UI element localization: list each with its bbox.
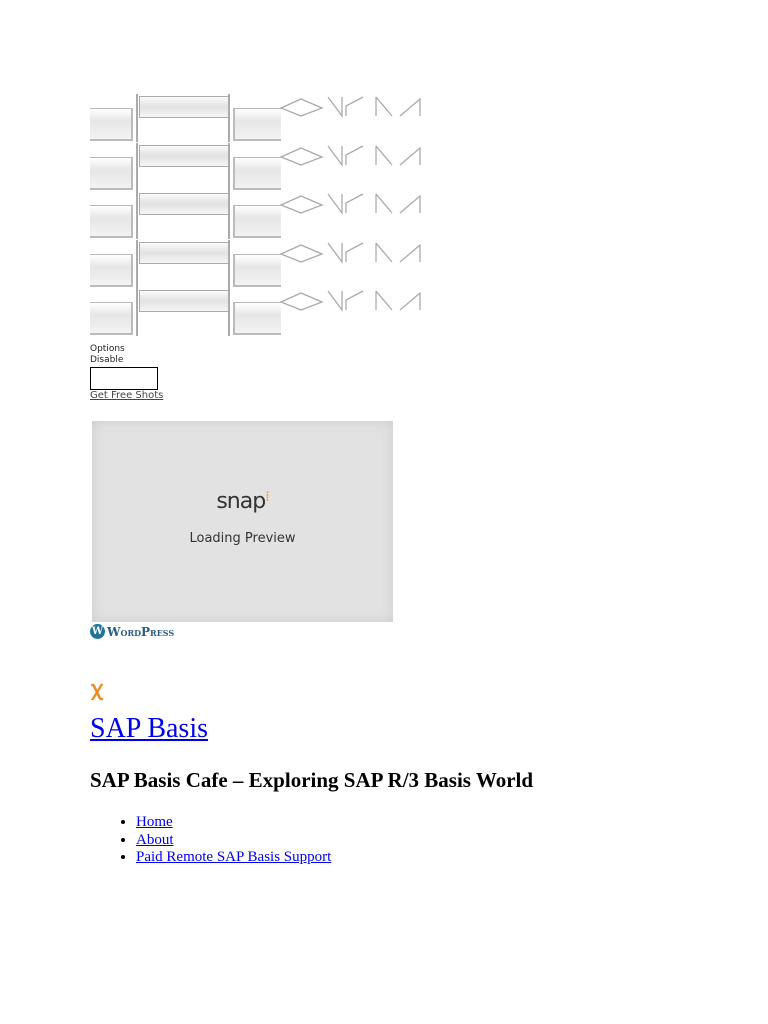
divider — [136, 94, 138, 142]
divider — [228, 94, 230, 142]
sprite-bar — [139, 290, 229, 312]
nav-item-about: About — [136, 832, 331, 850]
loading-preview-text: Loading Preview — [189, 531, 296, 546]
sprite-left-box — [90, 205, 133, 238]
sprite-left-box — [90, 302, 133, 335]
sprite-bar — [139, 241, 229, 264]
nav-item-home: Home — [136, 814, 331, 832]
sprite-left-box — [90, 108, 133, 141]
divider — [136, 288, 138, 336]
divider — [228, 288, 230, 336]
sprite-bar — [139, 144, 229, 167]
sprite-bar — [139, 193, 229, 215]
sprite-right-box — [233, 205, 281, 238]
sprite-shapes-icon — [280, 290, 421, 312]
sprite-shapes-icon — [280, 241, 421, 264]
sprite-right-box — [233, 302, 281, 335]
site-title: SAP Basis — [90, 713, 208, 745]
sprite-bar — [139, 96, 229, 118]
disable-label[interactable]: Disable — [90, 355, 123, 365]
sprite-right-box — [233, 156, 281, 190]
nav-link-home[interactable]: Home — [136, 814, 173, 830]
broken-sprite-image — [90, 94, 435, 339]
sprite-right-box — [233, 108, 281, 141]
divider — [228, 191, 230, 239]
sprite-row — [90, 239, 435, 288]
nav-item-support: Paid Remote SAP Basis Support — [136, 849, 331, 867]
sprite-left-box — [90, 156, 133, 190]
snap-logo: snap⁞ — [216, 489, 269, 514]
options-label: Options — [90, 344, 125, 354]
sprite-row — [90, 288, 435, 336]
divider — [228, 142, 230, 191]
sprite-shapes-icon — [280, 96, 421, 118]
divider — [136, 191, 138, 239]
site-tagline: SAP Basis Cafe – Exploring SAP R/3 Basis… — [90, 768, 534, 792]
sprite-right-box — [233, 253, 281, 287]
sprite-shapes-icon — [280, 193, 421, 215]
nav-link-about[interactable]: About — [136, 832, 174, 848]
wordpress-badge[interactable]: W WordPress — [90, 624, 174, 639]
sprite-row — [90, 191, 435, 239]
wordpress-logo-icon: W — [90, 624, 105, 639]
sprite-shapes-icon — [280, 144, 421, 167]
site-title-link[interactable]: SAP Basis — [90, 713, 208, 744]
nav-link-support[interactable]: Paid Remote SAP Basis Support — [136, 849, 331, 865]
sprite-row — [90, 142, 435, 191]
sprite-left-box — [90, 253, 133, 287]
divider — [228, 239, 230, 288]
snap-preview-panel: snap⁞ Loading Preview — [92, 421, 393, 622]
sprite-row — [90, 94, 435, 142]
awareness-ribbon-icon: ꭓ — [91, 676, 103, 700]
empty-input-box[interactable] — [90, 367, 158, 390]
divider — [136, 142, 138, 191]
get-free-shots-link[interactable]: Get Free Shots — [90, 390, 163, 401]
divider — [136, 239, 138, 288]
nav-menu: Home About Paid Remote SAP Basis Support — [96, 814, 331, 867]
